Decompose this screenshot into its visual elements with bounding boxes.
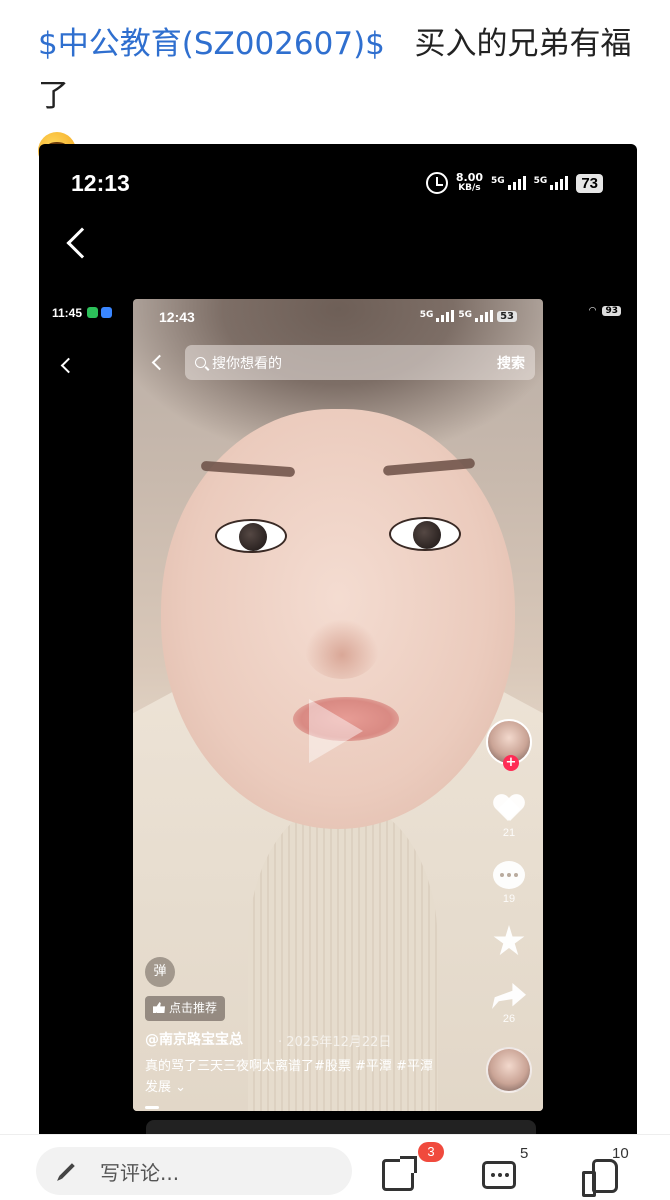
signal-icon: 5G xyxy=(534,176,569,190)
heart-icon xyxy=(493,795,525,823)
battery-indicator: 93 xyxy=(602,306,621,316)
eye-shape xyxy=(215,519,287,553)
search-button: 搜索 xyxy=(497,356,525,372)
share-badge: 3 xyxy=(418,1142,444,1162)
signal-icon: 5G xyxy=(491,176,526,190)
music-disc-avatar xyxy=(486,1047,532,1093)
like-count: 10 xyxy=(612,1145,629,1162)
pencil-icon xyxy=(59,1163,75,1179)
wechat-icon xyxy=(87,307,98,318)
like-count: 21 xyxy=(502,827,516,839)
search-icon xyxy=(195,357,206,368)
comment-count: 5 xyxy=(520,1145,529,1162)
mid-status-time: 11:45 xyxy=(52,306,83,320)
video-action-rail: + 21 19 26 xyxy=(481,719,537,1093)
outer-status-bar: 8.00 KB/s 5G 5G 73 xyxy=(425,171,603,194)
video-caption: 真的骂了三天三夜啊太离谱了#股票 #平潭 #平潭发展 ⌄ xyxy=(145,1059,433,1095)
signal-icon: 5G xyxy=(420,310,455,322)
author-name: @南京路宝宝总 xyxy=(145,1032,243,1048)
author-avatar: + xyxy=(486,719,532,771)
recommend-chip: 点击推荐 xyxy=(145,996,226,1021)
network-speed: 8.00 KB/s xyxy=(455,171,483,193)
post-date: · 2025年12月22日 xyxy=(278,1035,392,1050)
comment-icon[interactable] xyxy=(482,1161,516,1189)
share-out-icon[interactable] xyxy=(382,1156,417,1191)
mid-status-bar: ◠ 93 xyxy=(589,306,621,316)
embedded-screenshot-image[interactable]: 12:13 8.00 KB/s 5G 5G 73 11:45 ◠ 93 12:4… xyxy=(39,144,637,1144)
outer-status-time: 12:13 xyxy=(71,170,130,196)
comment-placeholder: 写评论... xyxy=(100,1160,180,1185)
follow-plus-icon: + xyxy=(503,755,519,771)
eye-shape xyxy=(389,517,461,551)
thumbs-up-icon[interactable] xyxy=(582,1159,618,1197)
comment-count: 19 xyxy=(502,893,516,905)
bottom-action-bar: 写评论... xyxy=(0,1134,670,1200)
wifi-icon: ◠ xyxy=(588,306,597,316)
battery-indicator: 53 xyxy=(497,310,517,322)
signal-icon: 5G xyxy=(458,310,494,322)
danmu-icon: 弹 xyxy=(145,957,175,987)
comment-bubble-icon xyxy=(493,861,525,889)
battery-indicator: 73 xyxy=(576,173,603,193)
search-bar: 搜你想看的 搜索 xyxy=(185,345,535,380)
app-notification-icons xyxy=(87,307,112,318)
video-status-bar: 5G 5G 53 xyxy=(420,310,517,322)
stock-tag-link[interactable]: $中公教育(SZ002607)$ xyxy=(38,26,385,62)
nose-shape xyxy=(305,619,379,679)
thumbs-up-icon xyxy=(153,1002,165,1013)
video-frame: 12:43 5G 5G 53 搜你想看的 搜索 + 21 19 26 弹 点击推… xyxy=(133,299,543,1111)
app-icon xyxy=(101,307,112,318)
share-count: 26 xyxy=(502,1013,516,1025)
play-icon xyxy=(309,699,363,763)
post-page: $中公教育(SZ002607)$ 买入的兄弟有福了 12:13 8.00 KB/… xyxy=(0,0,670,1200)
back-arrow-icon xyxy=(66,227,98,259)
search-placeholder: 搜你想看的 xyxy=(212,355,282,372)
video-progress xyxy=(145,1106,159,1109)
video-status-time: 12:43 xyxy=(159,309,195,325)
share-arrow-icon xyxy=(492,983,526,1009)
back-arrow-icon xyxy=(60,357,77,374)
star-icon xyxy=(493,925,525,956)
comment-input[interactable]: 写评论... xyxy=(36,1147,352,1195)
alarm-icon xyxy=(425,172,448,194)
